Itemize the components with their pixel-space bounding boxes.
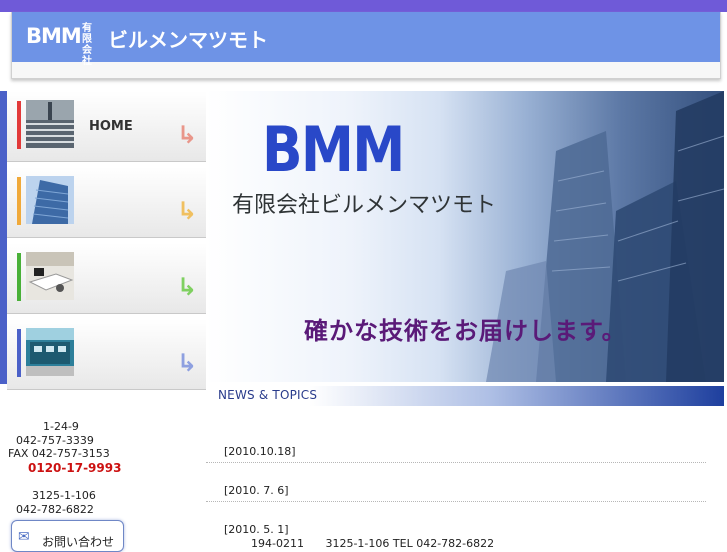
nav-item-label: HOME — [89, 119, 133, 134]
news-item[interactable]: [2010. 7. 6] — [206, 479, 706, 502]
office-photo-thumbnail — [26, 252, 74, 300]
contact-free-dial: 0120-17-9993 — [28, 461, 122, 475]
contact-tel-1: 042-757-3339 — [16, 434, 94, 447]
nav-stripe — [17, 177, 21, 225]
contact-tel-2: 042-782-6822 — [16, 503, 94, 516]
nav-stripe — [17, 101, 21, 149]
arrow-icon: ↳ — [177, 197, 198, 225]
arrow-icon: ↳ — [177, 273, 198, 301]
news-date: [2010. 7. 6] — [224, 484, 289, 497]
arrow-icon: ↳ — [177, 121, 198, 149]
inquiry-label: お問い合わせ — [42, 535, 115, 549]
nav-stripe — [17, 253, 21, 301]
contact-address-1: 1-24-9 — [43, 420, 79, 433]
hero-logo-bmm: BMM — [262, 113, 405, 186]
site-header: BMM 有限会社 ビルメンマツモト — [11, 12, 721, 79]
news-topics-header: NEWS & TOPICS — [206, 386, 724, 406]
logo-bmm[interactable]: BMM — [26, 24, 82, 48]
hero-banner: BMM 有限会社ビルメンマツモト 確かな技術をお届けします。 — [206, 91, 724, 382]
hero-tagline: 確かな技術をお届けします。 — [304, 316, 627, 345]
news-date: [2010. 5. 1] — [224, 523, 289, 536]
left-edge-bar — [0, 91, 7, 384]
news-date: [2010.10.18] — [224, 445, 296, 458]
news-item[interactable]: [2010.10.18] — [206, 440, 706, 463]
news-topics-title: NEWS & TOPICS — [218, 388, 318, 402]
envelope-icon: ✉ — [18, 529, 30, 545]
header-bar: BMM 有限会社 ビルメンマツモト — [12, 12, 720, 67]
nav-item-2[interactable]: ↳ — [7, 167, 206, 238]
hero-company-name: 有限会社ビルメンマツモト — [232, 193, 497, 218]
inquiry-button[interactable]: ✉ お問い合わせ — [11, 520, 124, 552]
stairs-photo-thumbnail — [26, 100, 74, 148]
facility-photo-thumbnail — [26, 328, 74, 376]
nav-item-home[interactable]: HOME ↳ — [7, 91, 206, 162]
news-detail-postal: 194-0211 — [251, 537, 304, 550]
logo-company-name[interactable]: ビルメンマツモト — [108, 24, 268, 53]
sidebar-nav: HOME ↳ ↳ ↳ ↳ — [7, 91, 206, 395]
logo-company-type: 有限会社 — [82, 23, 92, 67]
news-detail: 194-0211 3125-1-106 TEL 042-782-6822 — [251, 537, 512, 550]
news-detail-address: 3125-1-106 — [325, 537, 390, 550]
arrow-icon: ↳ — [177, 349, 198, 377]
top-band — [0, 0, 727, 12]
nav-stripe — [17, 329, 21, 377]
contact-address-2: 3125-1-106 — [32, 489, 96, 502]
nav-item-4[interactable]: ↳ — [7, 319, 206, 390]
nav-item-3[interactable]: ↳ — [7, 243, 206, 314]
news-detail-tel: TEL 042-782-6822 — [392, 537, 495, 550]
contact-fax-1: FAX 042-757-3153 — [8, 447, 110, 460]
building-photo-thumbnail — [26, 176, 74, 224]
